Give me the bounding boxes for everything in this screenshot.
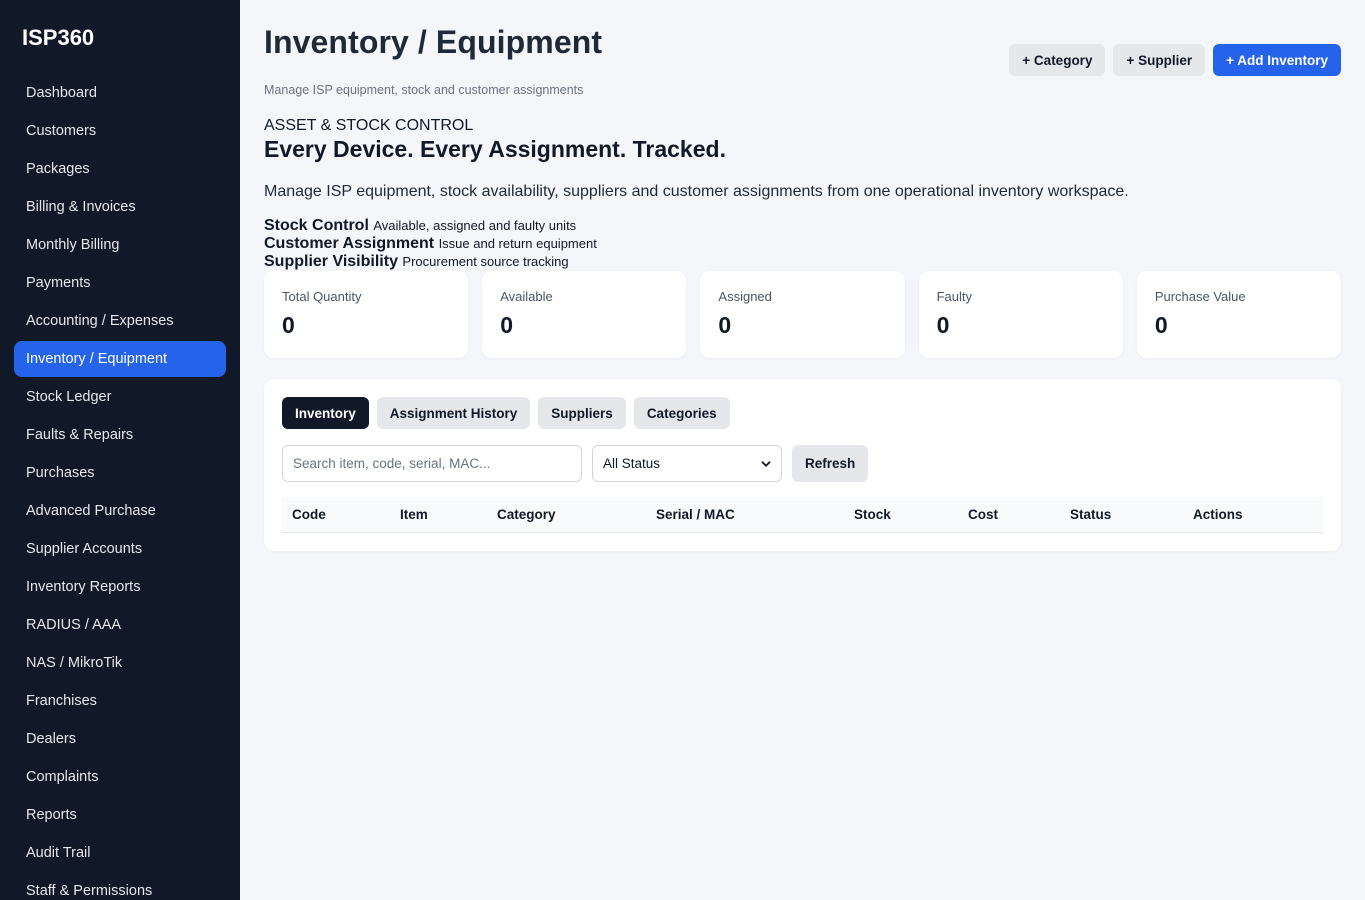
status-filter-value: All Status	[603, 456, 661, 471]
sidebar-item-supplier-accounts[interactable]: Supplier Accounts	[14, 531, 226, 567]
hero-heading: Every Device. Every Assignment. Tracked.	[264, 136, 726, 162]
sidebar-item-inventory-equipment[interactable]: Inventory / Equipment	[14, 341, 226, 377]
feature-list: Stock Control Available, assigned and fa…	[264, 217, 597, 271]
sidebar-nav: Dashboard Customers Packages Billing & I…	[14, 75, 226, 900]
refresh-button[interactable]: Refresh	[792, 445, 869, 482]
sidebar-item-advanced-purchase[interactable]: Advanced Purchase	[14, 493, 226, 529]
sidebar: ISP360 Dashboard Customers Packages Bill…	[0, 0, 240, 900]
column-header-actions[interactable]: Actions	[1193, 497, 1243, 533]
sidebar-item-packages[interactable]: Packages	[14, 151, 226, 187]
stat-value: 0	[936, 312, 950, 338]
stat-card-total-quantity: Total Quantity 0	[264, 271, 469, 358]
feature-customer-assignment: Customer Assignment Issue and return equ…	[264, 235, 597, 253]
hero-eyebrow: ASSET & STOCK CONTROL	[264, 117, 474, 134]
sidebar-item-stock-ledger[interactable]: Stock Ledger	[14, 379, 226, 415]
page-title: Inventory / Equipment	[264, 24, 603, 60]
filter-bar: All Status Refresh	[282, 445, 869, 482]
add-inventory-button[interactable]: + Add Inventory	[1213, 44, 1341, 76]
sidebar-item-billing-invoices[interactable]: Billing & Invoices	[14, 189, 226, 225]
table-header: Code Item Category Serial / MAC Stock Co…	[282, 497, 1323, 533]
chevron-down-icon	[761, 460, 771, 467]
add-supplier-button[interactable]: + Supplier	[1113, 44, 1206, 76]
feature-supplier-visibility: Supplier Visibility Procurement source t…	[264, 253, 597, 271]
column-header-stock[interactable]: Stock	[854, 497, 891, 533]
sidebar-item-customers[interactable]: Customers	[14, 113, 226, 149]
sidebar-item-franchises[interactable]: Franchises	[14, 683, 226, 719]
stat-value: 0	[500, 312, 513, 338]
stat-card-assigned: Assigned 0	[700, 271, 905, 358]
sidebar-item-monthly-billing[interactable]: Monthly Billing	[14, 227, 226, 263]
tab-assignment-history[interactable]: Assignment History	[376, 397, 531, 429]
stat-label: Faulty	[936, 289, 973, 304]
stat-card-faulty: Faulty 0	[918, 271, 1123, 358]
sidebar-item-complaints[interactable]: Complaints	[14, 759, 226, 795]
stat-label: Purchase Value	[1154, 289, 1246, 304]
column-header-code[interactable]: Code	[292, 497, 326, 533]
feature-title: Customer Assignment	[264, 235, 435, 252]
column-header-status[interactable]: Status	[1070, 497, 1111, 533]
panel-tabs: Inventory Assignment History Suppliers C…	[282, 397, 730, 429]
sidebar-item-inventory-reports[interactable]: Inventory Reports	[14, 569, 226, 605]
sidebar-item-dashboard[interactable]: Dashboard	[14, 75, 226, 111]
sidebar-item-staff-permissions[interactable]: Staff & Permissions	[14, 873, 226, 900]
stat-card-purchase-value: Purchase Value 0	[1136, 271, 1342, 358]
tab-suppliers[interactable]: Suppliers	[538, 397, 626, 429]
add-category-button[interactable]: + Category	[1009, 44, 1106, 76]
column-header-item[interactable]: Item	[400, 497, 428, 533]
feature-text: Procurement source tracking	[402, 254, 569, 269]
feature-text: Issue and return equipment	[438, 236, 597, 251]
sidebar-item-nas-mikrotik[interactable]: NAS / MikroTik	[14, 645, 226, 681]
sidebar-item-radius-aaa[interactable]: RADIUS / AAA	[14, 607, 226, 643]
sidebar-item-purchases[interactable]: Purchases	[14, 455, 226, 491]
feature-text: Available, assigned and faulty units	[373, 218, 577, 233]
stat-label: Total Quantity	[282, 289, 362, 304]
sidebar-item-accounting-expenses[interactable]: Accounting / Expenses	[14, 303, 226, 339]
page-subtitle: Manage ISP equipment, stock and customer…	[264, 83, 584, 97]
stat-label: Assigned	[718, 289, 772, 304]
feature-title: Stock Control	[264, 217, 369, 234]
search-input[interactable]	[282, 445, 582, 482]
status-filter-select[interactable]: All Status	[592, 445, 782, 482]
tab-inventory[interactable]: Inventory	[282, 397, 369, 429]
tab-categories[interactable]: Categories	[633, 397, 730, 429]
brand-logo[interactable]: ISP360	[22, 25, 94, 51]
header-actions: + Category + Supplier + Add Inventory	[1009, 44, 1341, 76]
column-header-serial-mac[interactable]: Serial / MAC	[656, 497, 735, 533]
stat-value: 0	[1154, 312, 1168, 338]
hero-description: Manage ISP equipment, stock availability…	[264, 183, 1129, 200]
sidebar-item-dealers[interactable]: Dealers	[14, 721, 226, 757]
feature-title: Supplier Visibility	[264, 253, 398, 270]
sidebar-item-payments[interactable]: Payments	[14, 265, 226, 301]
stat-card-available: Available 0	[482, 271, 687, 358]
column-header-category[interactable]: Category	[497, 497, 556, 533]
stat-label: Available	[500, 289, 553, 304]
inventory-panel: Inventory Assignment History Suppliers C…	[264, 379, 1341, 551]
stat-value: 0	[718, 312, 732, 338]
feature-stock-control: Stock Control Available, assigned and fa…	[264, 217, 597, 235]
sidebar-item-audit-trail[interactable]: Audit Trail	[14, 835, 226, 871]
sidebar-item-reports[interactable]: Reports	[14, 797, 226, 833]
column-header-cost[interactable]: Cost	[968, 497, 998, 533]
stat-value: 0	[282, 312, 295, 338]
main-content: Inventory / Equipment Manage ISP equipme…	[240, 0, 1365, 900]
sidebar-item-faults-repairs[interactable]: Faults & Repairs	[14, 417, 226, 453]
stats-row: Total Quantity 0 Available 0 Assigned 0 …	[264, 271, 1342, 358]
